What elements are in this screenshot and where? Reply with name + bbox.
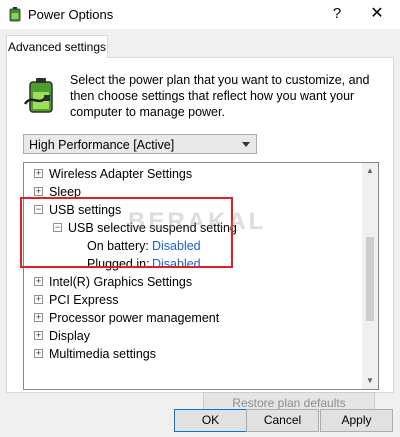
power-options-icon xyxy=(9,7,21,22)
scroll-up-icon[interactable]: ▲ xyxy=(362,163,378,179)
power-plan-selected-value: High Performance [Active] xyxy=(29,138,175,152)
tree-row-label: PCI Express xyxy=(49,293,119,307)
usb-settings-highlight xyxy=(20,197,233,268)
tab-advanced-settings[interactable]: Advanced settings xyxy=(6,35,108,58)
cancel-button[interactable]: Cancel xyxy=(246,409,319,432)
tree-row-label: Display xyxy=(49,329,90,343)
tree-row-label: Multimedia settings xyxy=(49,347,156,361)
expand-icon[interactable]: + xyxy=(34,277,43,286)
window-title: Power Options xyxy=(28,7,114,22)
tree-scrollbar[interactable]: ▲ ▼ xyxy=(362,163,378,389)
panel-description: Select the power plan that you want to c… xyxy=(70,73,370,119)
expand-icon[interactable]: + xyxy=(34,331,43,340)
tree-row-label: Processor power management xyxy=(49,311,220,325)
scrollbar-thumb[interactable] xyxy=(366,237,374,321)
power-plan-dropdown[interactable]: High Performance [Active] xyxy=(23,134,257,154)
tree-row-label: Intel(R) Graphics Settings xyxy=(49,275,193,289)
title-bar: Power Options ? ✕ xyxy=(0,0,400,29)
expand-icon[interactable]: + xyxy=(34,187,43,196)
ok-button[interactable]: OK xyxy=(174,409,247,432)
battery-plug-icon xyxy=(23,78,53,113)
expand-icon[interactable]: + xyxy=(34,169,43,178)
chevron-down-icon[interactable] xyxy=(242,142,250,147)
help-button[interactable]: ? xyxy=(322,3,352,25)
apply-button[interactable]: Apply xyxy=(320,409,393,432)
expand-icon[interactable]: + xyxy=(34,349,43,358)
tree-row-label: Wireless Adapter Settings xyxy=(49,167,193,181)
expand-icon[interactable]: + xyxy=(34,313,43,322)
expand-icon[interactable]: + xyxy=(34,295,43,304)
scroll-down-icon[interactable]: ▼ xyxy=(362,373,378,389)
close-button[interactable]: ✕ xyxy=(362,3,392,25)
